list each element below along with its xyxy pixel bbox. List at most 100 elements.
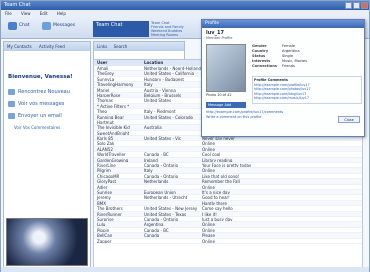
profile-popup: Profile luv_17 Member Profile Photo 10 o… <box>201 19 365 137</box>
cell-location <box>144 239 202 243</box>
toolbar-messages-button[interactable]: Messages <box>41 21 78 31</box>
cell-user: Sunrise <box>97 189 112 195</box>
message-add-bar[interactable]: Message Add <box>206 102 246 108</box>
messages-icon <box>42 22 51 30</box>
cell-user: ChicagoMR <box>97 173 120 179</box>
cell-user: Adler <box>97 184 108 189</box>
cell-location <box>144 120 202 124</box>
cell-user: TravelingHarmony <box>97 82 134 87</box>
cell-user: Amali <box>97 66 109 71</box>
left-tabs: My Contacts Activity Feed <box>4 42 90 51</box>
photo-caption: Photo 10 of 42 <box>206 93 232 97</box>
cell-user: Hartmut <box>97 119 114 125</box>
tab-activity-feed[interactable]: Activity Feed <box>39 42 65 51</box>
cell-location <box>144 185 202 189</box>
cell-user: Running Bear <box>97 114 124 119</box>
cell-location: Italy - Piedmont <box>144 109 176 114</box>
maximize-button[interactable] <box>353 2 360 9</box>
cell-user: Zapper <box>97 238 112 243</box>
cell-location: Canada - Ontario <box>144 173 179 179</box>
cell-user: HarperRose <box>97 92 121 98</box>
cell-user: RiverLine <box>97 163 116 168</box>
cell-location: Austria - Vienna <box>144 87 176 92</box>
close-button[interactable] <box>361 2 368 9</box>
view-messages-link[interactable]: Voir vos messages <box>8 100 64 108</box>
info-row: Connections Friends <box>252 64 295 68</box>
cell-location: United States - Texas <box>144 211 187 216</box>
cell-location: United States - Colorado <box>144 114 193 119</box>
cell-status: Online <box>202 238 215 243</box>
status-bar <box>1 267 369 272</box>
site-links: Team Chat Friends and Family Weekend Bud… <box>151 21 191 37</box>
cell-user: BellCan <box>97 233 113 238</box>
cell-location: Canada - Ontario <box>144 163 179 168</box>
cell-user: GloryPast <box>97 179 117 184</box>
mail-icon <box>8 113 15 119</box>
cell-user: * Active Filters * <box>97 103 130 109</box>
cell-location: Italy <box>144 168 153 173</box>
profile-info: Gender Female Country Argentina Status Sing… <box>252 44 362 69</box>
cell-user: ALAN52 <box>97 146 113 152</box>
cell-user: SweetAndBright <box>97 130 130 136</box>
cell-location: Canada - BC <box>144 152 169 157</box>
left-pane: My Contacts Activity Feed Bienvenue, Van… <box>3 41 91 269</box>
cell-status: Hardly there <box>202 200 227 206</box>
cell-location: Argentina <box>144 222 164 227</box>
webcam-preview[interactable] <box>6 218 88 266</box>
cell-location: European Union <box>144 189 176 195</box>
site-title: Team Chat <box>96 22 123 28</box>
cell-user: Theo <box>97 109 107 114</box>
tab-links[interactable]: Links <box>97 44 107 49</box>
tab-search[interactable]: Search <box>114 44 128 49</box>
cell-user: WorldTraveller <box>97 152 126 157</box>
meet-new-link[interactable]: Rencontrez Nouveau <box>8 88 70 96</box>
cell-location: Canada - BC <box>144 227 169 233</box>
menu-view[interactable]: View <box>21 11 31 16</box>
profile-subtitle: Member Profile <box>206 36 233 40</box>
cell-user: Jeremy <box>97 195 111 200</box>
cell-location <box>144 104 202 108</box>
cell-user: Solo Zak <box>97 141 115 146</box>
cell-status: Online <box>202 146 215 152</box>
menu-file[interactable]: File <box>5 11 12 16</box>
profile-link[interactable]: http://example.com/music/luv17 <box>254 96 360 101</box>
cell-status: Online <box>202 227 215 233</box>
popup-close-button[interactable]: Close <box>338 116 360 123</box>
profile-comments-box: Profile Comments http://example.com/prof… <box>252 76 362 104</box>
tab-my-contacts[interactable]: My Contacts <box>7 42 32 51</box>
cell-location: United States - New Jersey <box>144 206 198 211</box>
popup-title: Profile <box>205 21 219 26</box>
cell-user: Pippin <box>97 227 110 233</box>
cell-status: Like that old song! <box>202 173 240 179</box>
cell-location <box>144 141 202 145</box>
window-title: Team Chat <box>4 2 31 8</box>
minimize-button[interactable] <box>345 2 352 9</box>
cell-status: Online <box>202 168 215 173</box>
cell-location: Canada - Ontario <box>144 216 179 222</box>
cell-location <box>144 147 202 151</box>
menu-edit[interactable]: Edit <box>40 11 48 16</box>
cell-user: Surprise <box>97 216 114 222</box>
cell-location <box>144 201 202 205</box>
people-icon <box>8 89 15 95</box>
cell-status: Good to hear! <box>202 195 230 200</box>
send-email-link[interactable]: Envoyer un email <box>8 112 62 120</box>
cell-user: RiverRunner <box>97 211 122 216</box>
title-bar: Team Chat <box>1 1 369 10</box>
site-header: Team Chat <box>93 21 149 37</box>
cell-status: Just a busy day <box>202 216 233 222</box>
cell-location <box>144 131 202 135</box>
cell-status: Please <box>202 233 215 238</box>
cell-status: I like it! <box>202 211 217 216</box>
view-comments-link[interactable]: Voir Vos Commentaires <box>8 124 60 132</box>
app-window: Team Chat File View Edit Help Chat Messa… <box>0 0 370 272</box>
toolbar-chat-button[interactable]: Chat <box>7 21 33 31</box>
table-row[interactable]: Zapper Online <box>94 239 362 244</box>
cell-location: Netherlands - Utrecht <box>144 195 188 200</box>
menu-help[interactable]: Help <box>57 11 66 16</box>
site-link[interactable]: Meeting Rooms <box>151 33 191 37</box>
cell-status: Your Face is pretty today <box>202 163 252 168</box>
profile-photo[interactable] <box>206 44 246 92</box>
cell-status: Remember the Fall <box>202 179 240 184</box>
cell-location: Netherlands <box>144 179 169 184</box>
